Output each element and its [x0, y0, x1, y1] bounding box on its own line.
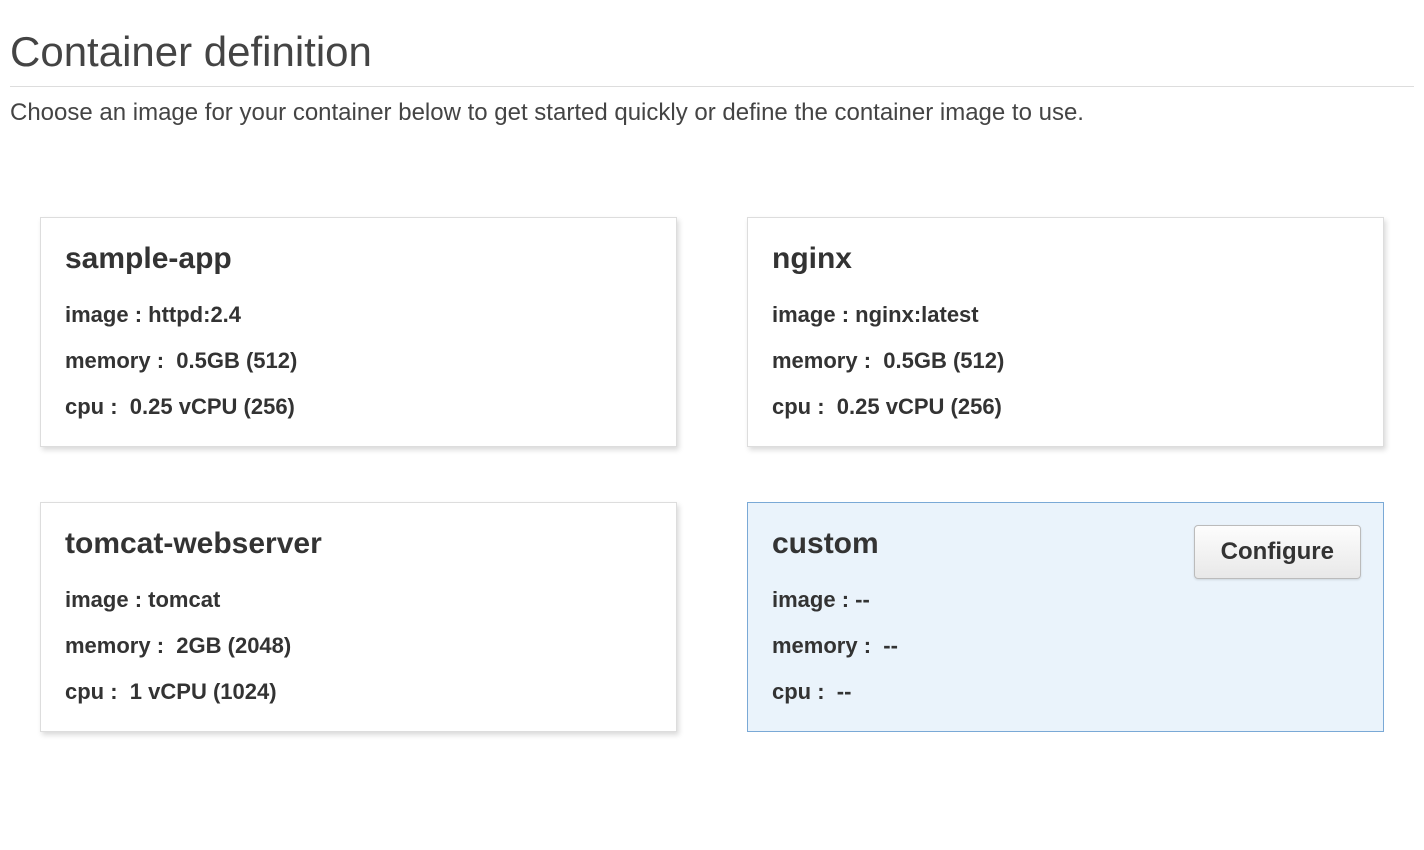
image-value: -- [855, 587, 870, 612]
memory-value: 2GB (2048) [176, 633, 291, 658]
card-title: nginx [772, 242, 1359, 276]
card-cpu-row: cpu : 1 vCPU (1024) [65, 679, 652, 705]
cpu-label: cpu : [65, 394, 118, 419]
image-label: image : [65, 302, 142, 327]
memory-value: -- [883, 633, 898, 658]
card-title: sample-app [65, 242, 652, 276]
card-image-row: image : nginx:latest [772, 302, 1359, 328]
container-card-tomcat-webserver[interactable]: tomcat-webserver image : tomcat memory :… [40, 502, 677, 732]
memory-value: 0.5GB (512) [176, 348, 297, 373]
container-card-sample-app[interactable]: sample-app image : httpd:2.4 memory : 0.… [40, 217, 677, 447]
memory-value: 0.5GB (512) [883, 348, 1004, 373]
memory-label: memory : [65, 348, 164, 373]
card-image-row: image : -- [772, 587, 1359, 613]
page-title: Container definition [10, 10, 1414, 87]
cards-grid: sample-app image : httpd:2.4 memory : 0.… [10, 217, 1414, 732]
cpu-value: 1 vCPU (1024) [130, 679, 277, 704]
card-title: tomcat-webserver [65, 527, 652, 561]
cpu-label: cpu : [65, 679, 118, 704]
memory-label: memory : [65, 633, 164, 658]
image-label: image : [65, 587, 142, 612]
container-card-custom[interactable]: Configure custom image : -- memory : -- … [747, 502, 1384, 732]
memory-label: memory : [772, 348, 871, 373]
cpu-value: 0.25 vCPU (256) [837, 394, 1002, 419]
card-memory-row: memory : 2GB (2048) [65, 633, 652, 659]
cpu-label: cpu : [772, 394, 825, 419]
image-label: image : [772, 587, 849, 612]
container-card-nginx[interactable]: nginx image : nginx:latest memory : 0.5G… [747, 217, 1384, 447]
image-value: nginx:latest [855, 302, 978, 327]
cpu-value: -- [837, 679, 852, 704]
image-label: image : [772, 302, 849, 327]
page-description: Choose an image for your container below… [10, 99, 1414, 127]
image-value: httpd:2.4 [148, 302, 241, 327]
configure-button[interactable]: Configure [1194, 525, 1361, 579]
card-cpu-row: cpu : 0.25 vCPU (256) [772, 394, 1359, 420]
card-memory-row: memory : -- [772, 633, 1359, 659]
cpu-label: cpu : [772, 679, 825, 704]
card-image-row: image : tomcat [65, 587, 652, 613]
card-memory-row: memory : 0.5GB (512) [65, 348, 652, 374]
cpu-value: 0.25 vCPU (256) [130, 394, 295, 419]
card-image-row: image : httpd:2.4 [65, 302, 652, 328]
card-memory-row: memory : 0.5GB (512) [772, 348, 1359, 374]
memory-label: memory : [772, 633, 871, 658]
card-cpu-row: cpu : -- [772, 679, 1359, 705]
image-value: tomcat [148, 587, 220, 612]
card-cpu-row: cpu : 0.25 vCPU (256) [65, 394, 652, 420]
